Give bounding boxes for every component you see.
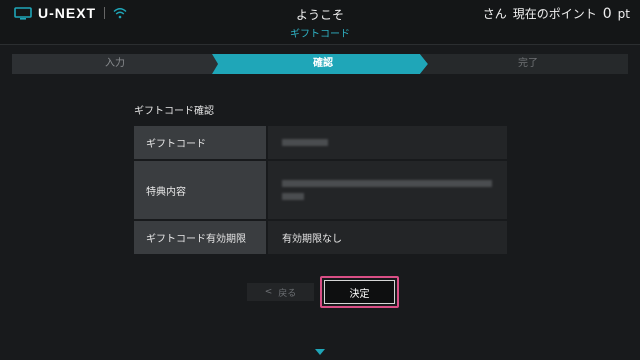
back-button-label: 戻る [278,288,297,299]
tv-icon [14,6,32,20]
points-display: さん 現在のポイント 0 pt [483,5,630,22]
gift-code-value [266,126,507,159]
logo-divider [104,7,106,19]
table-row: ギフトコード有効期限 有効期限なし [134,221,507,256]
redacted-benefit-line2 [282,193,304,200]
page-title: ギフトコード [0,26,640,45]
confirm-button[interactable]: 決定 [324,280,395,304]
expiry-value: 有効期限なし [266,221,507,254]
logo: U-NEXT [14,5,127,21]
table-row: ギフトコード [134,126,507,161]
table-row: 特典内容 [134,161,507,221]
step-complete: 完了 [518,58,538,69]
confirmation-table: ギフトコード 特典内容 ギフトコード有効期限 有効期限なし [134,126,507,256]
top-bar: U-NEXT ようこそ さん 現在のポイント 0 pt [0,0,640,26]
step-indicator: 入力 確認 完了 [12,54,628,74]
points-unit: pt [617,7,630,21]
row-label-expiry: ギフトコード有効期限 [134,221,266,254]
step-input: 入力 [105,58,125,69]
points-value: 0 [602,6,612,22]
redacted-benefit-line1 [282,180,492,187]
wifi-icon [113,8,127,19]
points-label: 現在のポイント [512,7,597,21]
section-title: ギフトコード確認 [134,106,214,117]
row-label-gift-code: ギフトコード [134,126,266,159]
step-confirm: 確認 [313,58,333,69]
back-button[interactable]: < 戻る [247,283,314,301]
redacted-gift-code [282,139,328,146]
row-label-benefit: 特典内容 [134,161,266,219]
logo-text: U-NEXT [38,5,97,21]
chevron-down-icon[interactable] [313,348,327,356]
benefit-value [266,161,507,219]
chevron-left-icon: < [264,287,273,297]
user-suffix: さん [482,7,507,21]
